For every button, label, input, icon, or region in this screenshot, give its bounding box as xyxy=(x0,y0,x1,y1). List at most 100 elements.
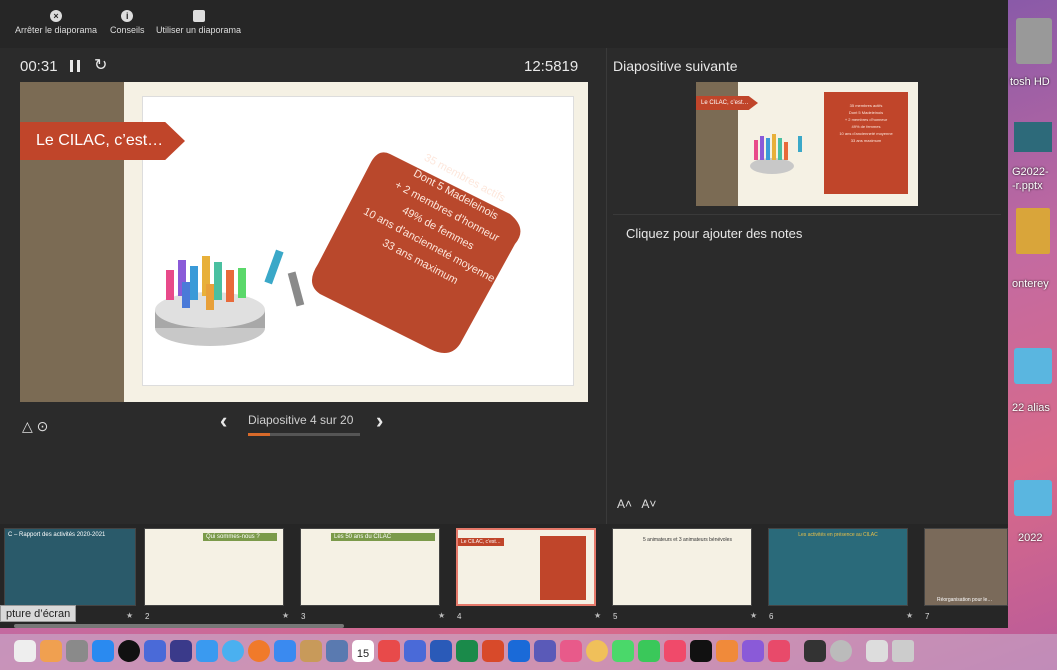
decrease-font-icon[interactable]: A˅ xyxy=(641,497,656,511)
desktop-file-label[interactable]: G2022- xyxy=(1012,166,1049,178)
settings-icon[interactable] xyxy=(66,640,88,662)
tv-icon[interactable] xyxy=(690,640,712,662)
apple-icon[interactable] xyxy=(830,640,852,662)
pptx-file-icon[interactable] xyxy=(1014,122,1052,152)
slide-thumbnail[interactable]: Les activités en présence au CILAC xyxy=(768,528,908,606)
display-icon xyxy=(192,10,205,22)
thumbnail-title: C – Rapport des activités 2020-2021 xyxy=(8,532,106,538)
desktop-folder-label[interactable]: 2022 xyxy=(1018,532,1042,544)
thumbnail-panel xyxy=(540,536,586,600)
toolbar: × Arrêter le diaporama i Conseils Utilis… xyxy=(0,0,1008,48)
thumbnail-title: Le CILAC, c’est… xyxy=(458,538,504,546)
tips-button[interactable]: i Conseils xyxy=(110,10,145,35)
slide-thumbnail[interactable]: Qui sommes-nous ? xyxy=(144,528,284,606)
app-icon[interactable] xyxy=(170,640,192,662)
next-slide-button[interactable]: › xyxy=(376,408,383,434)
next-slide-preview[interactable]: Le CILAC, c’est… 35 membres actifs Dont … xyxy=(696,82,918,206)
music-icon[interactable] xyxy=(664,640,686,662)
photos-icon[interactable] xyxy=(586,640,608,662)
next-slide-ribbon: Le CILAC, c’est… xyxy=(696,96,758,110)
window-icon[interactable] xyxy=(866,640,888,662)
folder-icon[interactable] xyxy=(1014,348,1052,384)
slide-progress-fill xyxy=(248,433,271,436)
thumbnail-scrollbar[interactable] xyxy=(14,624,344,628)
thumbnail-title: 5 animateurs et 3 animateurs bénévoles xyxy=(643,537,732,543)
app-icon[interactable] xyxy=(404,640,426,662)
word-icon[interactable] xyxy=(430,640,452,662)
close-icon: × xyxy=(50,10,63,22)
increase-font-icon[interactable]: A˄ xyxy=(617,497,632,511)
reset-timer-icon[interactable]: ↻ xyxy=(94,55,107,75)
slide-counter: Diapositive 4 sur 20 xyxy=(248,413,354,427)
font-size-controls: A˄ A˅ xyxy=(617,497,656,511)
teams-icon[interactable] xyxy=(534,640,556,662)
desktop-disk-label[interactable]: tosh HD xyxy=(1010,76,1050,88)
powerpoint-icon[interactable] xyxy=(482,640,504,662)
thumbnail-number: 4 xyxy=(457,612,462,621)
app-icon[interactable] xyxy=(196,640,218,662)
mail-icon[interactable] xyxy=(274,640,296,662)
app-icon[interactable] xyxy=(716,640,738,662)
monitor-icon[interactable] xyxy=(804,640,826,662)
thumbnail-title: Réorganisation pour le… xyxy=(937,597,993,603)
slide-thumbnail[interactable]: C – Rapport des activités 2020-2021 xyxy=(4,528,136,606)
thumbnail-number: 7 xyxy=(925,612,930,621)
app-store-icon[interactable] xyxy=(92,640,114,662)
slide-thumbnail[interactable]: Réorganisation pour le… xyxy=(924,528,1008,606)
contacts-icon[interactable] xyxy=(300,640,322,662)
screenshot-tooltip: pture d’écran xyxy=(0,605,77,622)
panel-divider xyxy=(606,48,607,524)
calendar-icon[interactable]: 15 xyxy=(352,640,374,662)
desktop-alias-label[interactable]: 22 alias xyxy=(1012,402,1050,414)
info-icon: i xyxy=(121,10,134,22)
folder-icon[interactable] xyxy=(1014,480,1052,516)
screenshot-app-icon[interactable] xyxy=(14,640,36,662)
elapsed-timer: 00:31 xyxy=(20,58,58,75)
facetime-icon[interactable] xyxy=(638,640,660,662)
thumbnail-number: 5 xyxy=(613,612,618,621)
app-icon[interactable] xyxy=(560,640,582,662)
outlook-icon[interactable] xyxy=(508,640,530,662)
slide-progress-bar xyxy=(248,433,360,436)
messages-icon[interactable] xyxy=(612,640,634,662)
slide-thumbnail[interactable]: 5 animateurs et 3 animateurs bénévoles xyxy=(612,528,752,606)
trash-icon[interactable] xyxy=(892,640,914,662)
use-slideshow-button[interactable]: Utiliser un diaporama xyxy=(156,10,241,35)
laser-pointer-icon[interactable]: △ xyxy=(22,418,33,434)
next-slide-line: 10 ans d’ancienneté moyenne xyxy=(839,131,893,136)
firefox-icon[interactable] xyxy=(248,640,270,662)
stop-slideshow-button[interactable]: × Arrêter le diaporama xyxy=(15,10,97,35)
notes-placeholder[interactable]: Cliquez pour ajouter des notes xyxy=(626,226,802,241)
app-icon[interactable] xyxy=(378,640,400,662)
clock: 12:5819 xyxy=(524,58,579,75)
next-slide-line: 35 membres actifs xyxy=(849,103,883,108)
pause-icon[interactable] xyxy=(70,60,80,72)
next-slide-line: 33 ans maximum xyxy=(850,138,882,143)
thumbnail-title: Les 50 ans du CILAC xyxy=(331,533,435,541)
star-icon: ★ xyxy=(126,611,134,620)
app-icon[interactable] xyxy=(742,640,764,662)
current-slide[interactable]: Le CILAC, c’est… 35 membres actifs Dont … xyxy=(20,82,588,402)
stop-slideshow-label: Arrêter le diaporama xyxy=(15,25,98,35)
notes-area[interactable] xyxy=(613,214,1001,524)
next-slide-line: 49% de femmes xyxy=(851,124,881,129)
safari-icon[interactable] xyxy=(222,640,244,662)
desktop-file-ext[interactable]: -r.pptx xyxy=(1012,180,1043,192)
thumbnail-number: 3 xyxy=(301,612,306,621)
launchpad-icon[interactable] xyxy=(40,640,62,662)
tips-label: Conseils xyxy=(110,25,145,35)
star-app-icon[interactable] xyxy=(144,640,166,662)
app-icon[interactable] xyxy=(326,640,348,662)
slide-thumbnail[interactable]: Les 50 ans du CILAC xyxy=(300,528,440,606)
star-icon: ★ xyxy=(438,611,446,620)
hard-disk-icon[interactable] xyxy=(1016,18,1052,64)
desktop-installer-label[interactable]: onterey xyxy=(1012,278,1049,290)
slide-thumbnail-selected[interactable]: Le CILAC, c’est… xyxy=(456,528,596,606)
book-icon[interactable] xyxy=(1016,208,1050,254)
more-options-icon[interactable]: ⊙ xyxy=(37,418,49,434)
app-icon[interactable] xyxy=(768,640,790,662)
speedometer-icon[interactable] xyxy=(118,640,140,662)
thumbnail-title: Les activités en présence au CILAC xyxy=(798,532,878,538)
excel-icon[interactable] xyxy=(456,640,478,662)
previous-slide-button[interactable]: ‹ xyxy=(220,408,227,434)
